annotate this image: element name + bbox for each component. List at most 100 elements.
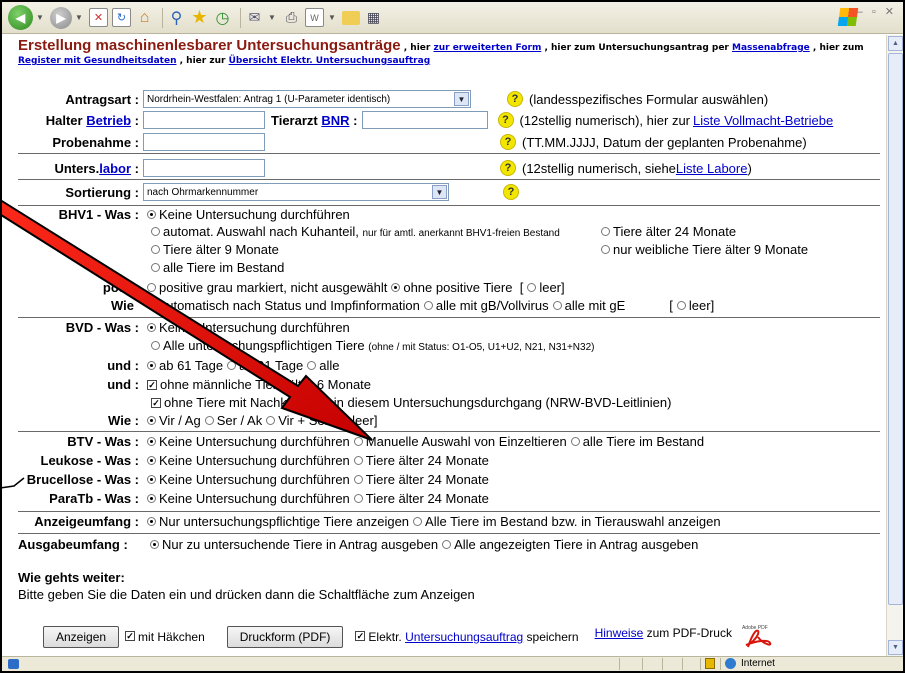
chevron-down-icon: ▼ bbox=[454, 92, 469, 106]
bhv1-radio-gb[interactable] bbox=[423, 301, 433, 311]
paratb-radio-keine[interactable] bbox=[147, 494, 156, 504]
btv-row: BTV - Was : Keine Untersuchung durchführe… bbox=[18, 434, 704, 450]
search-icon[interactable]: ⚲ bbox=[167, 8, 186, 27]
labor-input[interactable] bbox=[143, 159, 265, 177]
link-bnr[interactable]: BNR bbox=[321, 113, 349, 128]
antragsart-select[interactable]: Nordrhein-Westfalen: Antrag 1 (U-Paramet… bbox=[143, 90, 471, 108]
tierarzt-input[interactable] bbox=[361, 111, 488, 129]
divider bbox=[18, 317, 880, 318]
bvd-radio-keine[interactable] bbox=[147, 323, 156, 333]
favorites-star-icon[interactable]: ★ bbox=[190, 7, 209, 27]
bvd-radio-alle-pflichtig[interactable] bbox=[151, 341, 160, 351]
bhv1-radio-pos-leer[interactable] bbox=[527, 283, 537, 293]
halter-input[interactable] bbox=[143, 111, 265, 129]
back-dropdown-icon[interactable]: ▼ bbox=[36, 13, 46, 22]
link-vollmacht-betriebe[interactable]: Liste Vollmacht-Betriebe bbox=[693, 113, 833, 128]
link-betrieb[interactable]: Betrieb bbox=[86, 113, 131, 128]
bhv1-radio-grau[interactable] bbox=[147, 283, 156, 293]
anzeigen-button[interactable]: Anzeigen bbox=[43, 626, 120, 648]
help-icon[interactable]: ? bbox=[497, 112, 514, 128]
antragsart-row: Antragsart : Nordrhein-Westfalen: Antrag… bbox=[18, 89, 880, 109]
antragsart-label: Antragsart : bbox=[65, 91, 139, 107]
bhv1-radio-wie-leer[interactable] bbox=[676, 301, 686, 311]
scroll-up-icon[interactable]: ▲ bbox=[888, 36, 903, 51]
bvd-radio-alle[interactable] bbox=[307, 361, 317, 371]
btv-radio-keine[interactable] bbox=[147, 437, 156, 447]
help-icon[interactable]: ? bbox=[500, 160, 516, 176]
history-icon[interactable]: ◷ bbox=[213, 8, 232, 27]
browser-toolbar: ◀ ▼ ▶ ▼ ✕ ↻ ⌂ ⚲ ★ ◷ ✉ ▼ ⎙ W ▼ ▦ – ▫ ✕ bbox=[2, 2, 903, 34]
haekchen-checkbox[interactable]: ✓ bbox=[125, 631, 136, 641]
back-icon[interactable]: ◀ bbox=[8, 5, 33, 30]
status-cell bbox=[619, 658, 620, 670]
sortierung-select[interactable]: nach Ohrmarkennummer ▼ bbox=[143, 183, 449, 201]
btv-radio-alle[interactable] bbox=[570, 437, 580, 447]
bvd-radio-ser[interactable] bbox=[204, 416, 214, 426]
ausgabe-radio-zu-untersuchen[interactable] bbox=[150, 540, 159, 550]
anzeige-radio-pflichtig[interactable] bbox=[147, 517, 156, 527]
bvd-checkbox-nachkommen[interactable]: ✓ bbox=[151, 397, 161, 408]
window-controls-icon[interactable]: – ▫ ✕ bbox=[857, 5, 897, 18]
forward-dropdown-icon[interactable]: ▼ bbox=[75, 13, 85, 22]
link-hinweise[interactable]: Hinweise bbox=[595, 626, 644, 640]
edit-icon[interactable]: W bbox=[305, 8, 324, 27]
brucellose-radio-24[interactable] bbox=[353, 475, 363, 485]
bvd-radio-61[interactable] bbox=[147, 361, 156, 371]
link-erweiterte-form[interactable]: zur erweiterten Form bbox=[433, 43, 541, 53]
vertical-scrollbar[interactable]: ▲ ▼ bbox=[886, 35, 903, 656]
help-icon[interactable]: ? bbox=[507, 91, 523, 107]
bvd-radio-91[interactable] bbox=[227, 361, 237, 371]
speichern-checkbox[interactable]: ✓ bbox=[355, 631, 366, 641]
refresh-icon[interactable]: ↻ bbox=[112, 8, 131, 27]
forward-icon[interactable]: ▶ bbox=[50, 6, 72, 29]
home-icon[interactable]: ⌂ bbox=[135, 8, 154, 27]
print-icon[interactable]: ⎙ bbox=[282, 8, 301, 27]
bhv1-radio-9[interactable] bbox=[151, 245, 160, 255]
ausgabe-radio-alle[interactable] bbox=[442, 540, 452, 550]
help-icon[interactable]: ? bbox=[503, 184, 519, 200]
bhv1-row: BHV1 - Was : Keine Untersuchung durchführ… bbox=[18, 207, 350, 223]
druckform-button[interactable]: Druckform (PDF) bbox=[226, 626, 344, 648]
link-uebersicht[interactable]: Übersicht Elektr. Untersuchungsauftrag bbox=[229, 56, 431, 66]
bvd-radio-leer[interactable] bbox=[340, 416, 350, 426]
leukose-radio-24[interactable] bbox=[353, 456, 363, 466]
toolbar-separator bbox=[240, 7, 241, 28]
paratb-radio-24[interactable] bbox=[353, 494, 363, 504]
bvd-radio-vir[interactable] bbox=[147, 416, 156, 426]
btv-radio-manuell[interactable] bbox=[353, 437, 363, 447]
bhv1-radio-alle[interactable] bbox=[151, 263, 160, 273]
link-massenabfrage[interactable]: Massenabfrage bbox=[732, 43, 810, 53]
stop-icon[interactable]: ✕ bbox=[89, 8, 108, 27]
bhv1-radio-ge[interactable] bbox=[552, 301, 562, 311]
link-liste-labore[interactable]: Liste Labore bbox=[676, 161, 748, 176]
bvd-radio-virser[interactable] bbox=[266, 416, 276, 426]
mail-dropdown-icon[interactable]: ▼ bbox=[268, 13, 278, 22]
bhv1-row-3b: nur weibliche Tiere älter 9 Monate bbox=[597, 242, 808, 258]
folder-icon[interactable] bbox=[342, 10, 360, 25]
leukose-radio-keine[interactable] bbox=[147, 456, 156, 466]
bhv1-radio-automatisch[interactable] bbox=[147, 301, 156, 311]
bvd-row-2: Alle untersuchungspflichtigen Tiere (ohn… bbox=[147, 338, 594, 354]
status-cell bbox=[682, 658, 683, 670]
help-icon[interactable]: ? bbox=[500, 134, 516, 150]
bhv1-radio-weiblich[interactable] bbox=[601, 245, 610, 255]
bvd-und2-label: und : bbox=[107, 377, 139, 392]
bvd-checkbox-maennlich[interactable]: ✓ bbox=[147, 379, 157, 390]
bhv1-radio-keine[interactable] bbox=[147, 210, 156, 220]
mail-icon[interactable]: ✉ bbox=[245, 8, 264, 27]
discuss-icon[interactable]: ▦ bbox=[364, 8, 383, 27]
probenahme-input[interactable] bbox=[143, 133, 265, 151]
halter-row: Halter Betrieb : Tierarzt BNR : ? (12ste… bbox=[18, 110, 880, 130]
link-register[interactable]: Register mit Gesundheitsdaten bbox=[18, 56, 176, 66]
scrollbar-thumb[interactable] bbox=[888, 53, 903, 605]
link-untersuchungsauftrag[interactable]: Untersuchungsauftrag bbox=[405, 630, 523, 644]
bhv1-radio-24[interactable] bbox=[601, 227, 610, 237]
bhv1-radio-auto[interactable] bbox=[151, 227, 160, 237]
edit-dropdown-icon[interactable]: ▼ bbox=[328, 13, 338, 22]
anzeige-radio-alle[interactable] bbox=[413, 517, 423, 527]
link-labor[interactable]: labor bbox=[99, 161, 131, 176]
scroll-down-icon[interactable]: ▼ bbox=[888, 640, 903, 655]
brucellose-radio-keine[interactable] bbox=[147, 475, 156, 485]
bhv1-radio-ohne-pos[interactable] bbox=[391, 283, 401, 293]
adobe-pdf-icon[interactable]: Adobe PDF bbox=[742, 625, 774, 648]
